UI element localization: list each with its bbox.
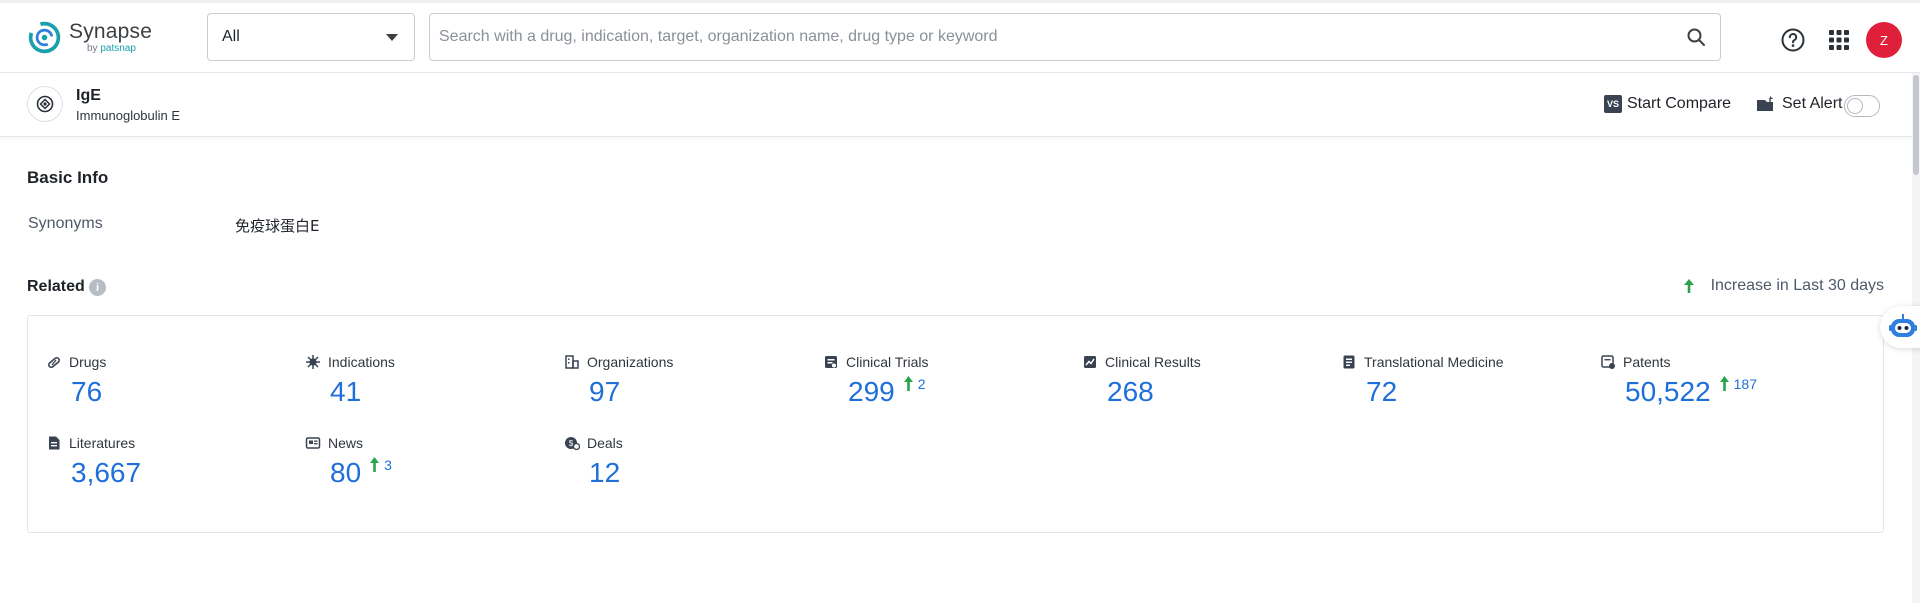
file-text-icon [46,435,62,451]
user-avatar[interactable]: Z [1866,22,1902,58]
related-stat-value[interactable]: 12 [589,459,620,487]
related-stat-drugs[interactable]: Drugs 76 [46,353,106,406]
clipboard-icon [823,354,839,370]
arrow-up-icon [903,375,914,392]
related-stat-value[interactable]: 3,667 [71,459,141,487]
toggle-knob [1847,98,1863,114]
start-compare-label: Start Compare [1627,95,1731,113]
increase-indicator: 3 [369,456,392,473]
logo-by-text: by [87,43,98,54]
scrollbar-thumb[interactable] [1913,75,1919,175]
start-compare-button[interactable]: VS Start Compare [1604,95,1731,113]
related-stat-translational-medicine[interactable]: Translational Medicine 72 [1341,353,1504,406]
top-header: Synapse by patsnap All Z [0,0,1920,73]
search-scope-select[interactable]: All [207,13,415,61]
increase-legend-label: Increase in Last 30 days [1711,277,1884,295]
increase-count: 3 [384,457,392,473]
related-stat-clinical-trials[interactable]: Clinical Trials 299 2 [823,353,928,406]
arrow-up-icon [369,456,380,473]
related-stat-organizations[interactable]: Organizations 97 [564,353,673,406]
related-stat-patents[interactable]: Patents 50,522 187 [1600,353,1757,406]
related-stat-clinical-results[interactable]: Clinical Results 268 [1082,353,1201,406]
related-stat-label: Patents [1623,354,1670,370]
entity-subtitle: Immunoglobulin E [76,108,180,123]
related-stat-literatures[interactable]: Literatures 3,667 [46,434,141,487]
related-stat-label: Clinical Results [1105,354,1201,370]
related-stat-deals[interactable]: $ Deals 12 [564,434,623,487]
patent-icon [1600,354,1616,370]
virus-icon [305,354,321,370]
search-icon[interactable] [1686,27,1706,47]
logo-byline: by patsnap [87,44,152,54]
building-icon [564,354,580,370]
related-stat-value[interactable]: 76 [71,378,102,406]
set-alert-button[interactable]: Set Alert [1756,95,1842,113]
related-stat-label: News [328,435,363,451]
related-stat-label: Drugs [69,354,106,370]
search-scope-value: All [222,28,240,46]
robot-icon [1888,313,1918,341]
set-alert-toggle[interactable] [1844,95,1880,117]
related-stat-value[interactable]: 299 [848,378,895,406]
increase-legend: Increase in Last 30 days [1683,277,1884,295]
logo-name: Synapse [69,21,152,42]
deal-icon: $ [564,435,580,451]
pill-icon [46,354,62,370]
related-stat-label: Translational Medicine [1364,354,1504,370]
increase-indicator: 187 [1719,375,1757,392]
assistant-bot-button[interactable] [1880,306,1920,348]
related-stat-label: Clinical Trials [846,354,928,370]
related-stat-value[interactable]: 50,522 [1625,378,1711,406]
entity-header: IgE Immunoglobulin E VS Start Compare Se… [0,73,1912,137]
search-input[interactable] [430,14,1670,60]
related-stat-news[interactable]: News 80 3 [305,434,392,487]
arrow-up-icon [1683,278,1695,294]
synonyms-label: Synonyms [28,215,103,233]
synapse-logo-icon [26,19,63,56]
increase-count: 2 [918,376,926,392]
set-alert-label: Set Alert [1782,95,1842,113]
arrow-up-icon [1719,375,1730,392]
related-stat-value[interactable]: 97 [589,378,620,406]
increase-indicator: 2 [903,375,926,392]
caret-down-icon [386,34,398,41]
alert-icon [1756,95,1776,113]
related-info-icon[interactable]: i [89,279,106,296]
basic-info-title: Basic Info [27,168,108,188]
related-stat-value[interactable]: 268 [1107,378,1154,406]
related-stat-value[interactable]: 80 [330,459,361,487]
related-stat-label: Indications [328,354,395,370]
related-stat-label: Organizations [587,354,673,370]
related-stats-card: Drugs 76 Indications 41 Organizations 97 Clini… [27,315,1884,533]
document-icon [1341,354,1357,370]
results-chart-icon [1082,354,1098,370]
synapse-logo[interactable]: Synapse by patsnap [26,19,152,56]
apps-grid-icon[interactable] [1826,27,1852,53]
related-title: Related [27,278,85,296]
help-icon[interactable] [1780,27,1806,53]
related-stat-indications[interactable]: Indications 41 [305,353,395,406]
related-stat-value[interactable]: 41 [330,378,361,406]
newspaper-icon [305,435,321,451]
search-box [429,13,1721,61]
logo-brand: patsnap [100,43,136,54]
related-stat-label: Literatures [69,435,135,451]
target-icon [35,94,55,114]
synonyms-value: 免疫球蛋白E [235,215,319,236]
target-entity-icon [27,86,63,122]
entity-title: IgE [76,87,101,105]
increase-count: 187 [1734,376,1757,392]
compare-icon: VS [1604,95,1622,113]
related-stat-label: Deals [587,435,623,451]
related-stat-value[interactable]: 72 [1366,378,1397,406]
